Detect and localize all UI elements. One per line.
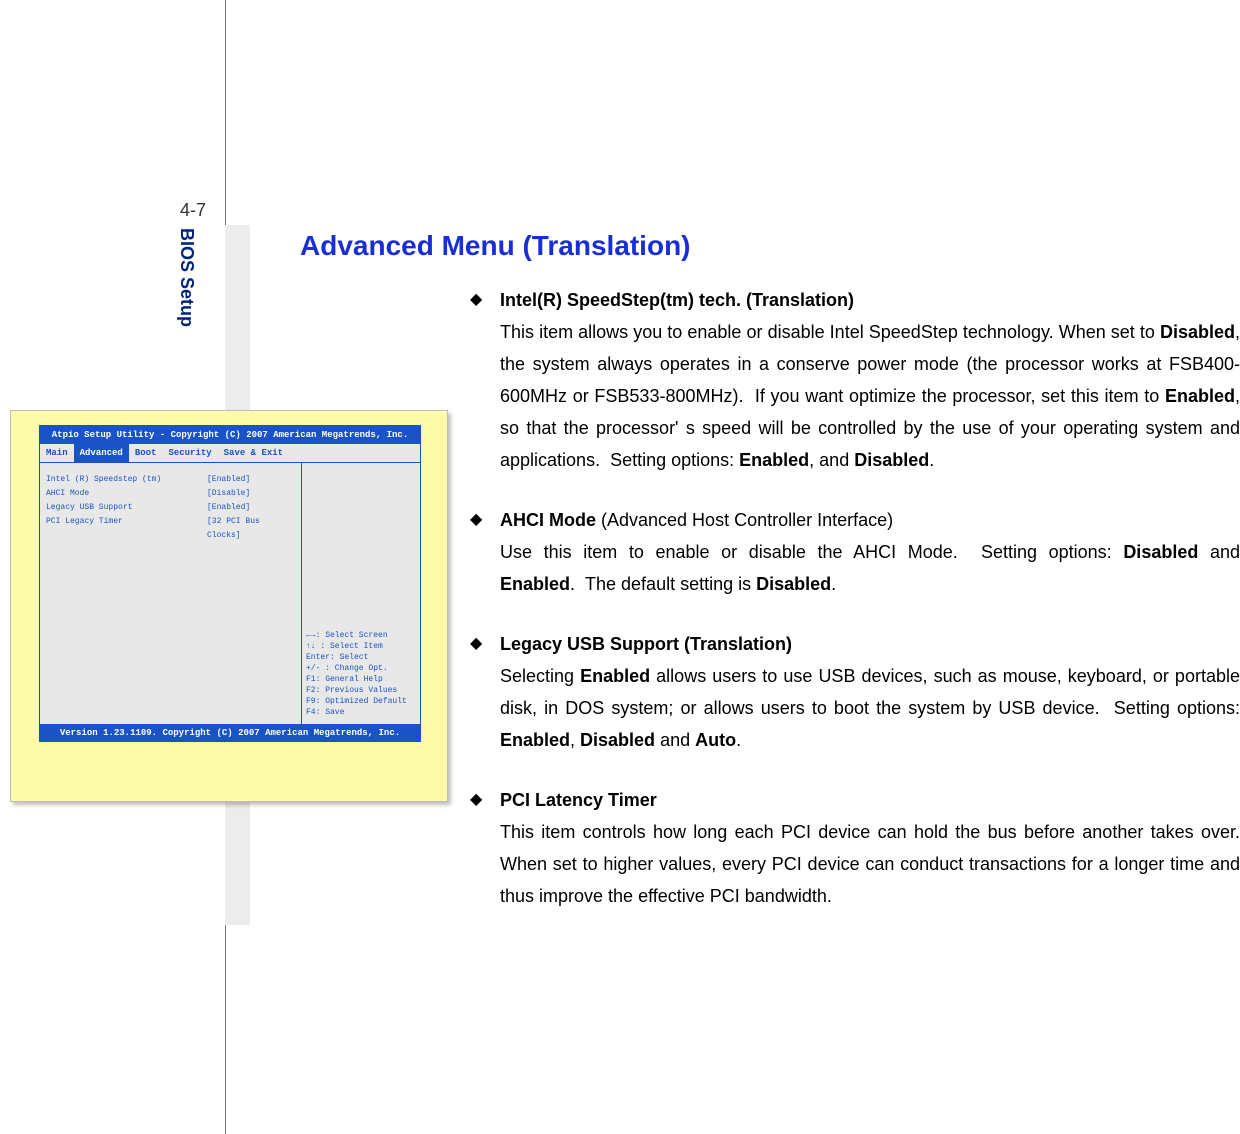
page-number: 4-7	[180, 200, 206, 221]
main-content: Advanced Menu (Translation) ◆Intel(R) Sp…	[300, 230, 1240, 940]
section-title-trailing: (Advanced Host Controller Interface)	[596, 510, 893, 530]
bios-settings-pane: Intel (R) Speedstep (tm)[Enabled]AHCI Mo…	[40, 463, 302, 724]
section-title: PCI Latency Timer	[500, 790, 657, 810]
bios-tab-main[interactable]: Main	[40, 444, 74, 462]
bios-setting-value: [Enabled]	[207, 473, 297, 487]
bios-setting-row[interactable]: Legacy USB Support[Enabled]	[46, 501, 297, 515]
bios-setting-label: Legacy USB Support	[46, 501, 207, 515]
bios-setting-label: PCI Legacy Timer	[46, 515, 207, 543]
bios-setting-label: AHCI Mode	[46, 487, 207, 501]
section-title: Intel(R) SpeedStep(tm) tech. (Translatio…	[500, 290, 854, 310]
section-body: Selecting Enabled allows users to use US…	[500, 666, 1240, 750]
bios-tab-save-&-exit[interactable]: Save & Exit	[218, 444, 289, 462]
section-item: ◆AHCI Mode (Advanced Host Controller Int…	[500, 504, 1240, 600]
page-title: Advanced Menu (Translation)	[300, 230, 1240, 262]
section-item: ◆Legacy USB Support (Translation)Selecti…	[500, 628, 1240, 756]
bullet-icon: ◆	[470, 504, 482, 536]
section-item: ◆PCI Latency TimerThis item controls how…	[500, 784, 1240, 912]
bios-setting-row[interactable]: PCI Legacy Timer[32 PCI Bus Clocks]	[46, 515, 297, 543]
bios-setting-value: [Enabled]	[207, 501, 297, 515]
section-body: Use this item to enable or disable the A…	[500, 542, 1240, 594]
bios-tab-boot[interactable]: Boot	[129, 444, 163, 462]
bios-tab-advanced[interactable]: Advanced	[74, 444, 129, 462]
section-title: Legacy USB Support (Translation)	[500, 634, 792, 654]
page: 4-7 BIOS Setup Atpio Setup Utility - Cop…	[0, 0, 1240, 1134]
bullet-icon: ◆	[470, 784, 482, 816]
bullet-icon: ◆	[470, 628, 482, 660]
bios-setting-label: Intel (R) Speedstep (tm)	[46, 473, 207, 487]
bios-setting-row[interactable]: AHCI Mode[Disable]	[46, 487, 297, 501]
bios-setting-value: [32 PCI Bus Clocks]	[207, 515, 297, 543]
section-title: AHCI Mode	[500, 510, 596, 530]
section-side-label: BIOS Setup	[176, 228, 197, 327]
section-body: This item allows you to enable or disabl…	[500, 322, 1240, 470]
bullet-icon: ◆	[470, 284, 482, 316]
bios-setting-row[interactable]: Intel (R) Speedstep (tm)[Enabled]	[46, 473, 297, 487]
section-item: ◆Intel(R) SpeedStep(tm) tech. (Translati…	[500, 284, 1240, 476]
bios-tab-security[interactable]: Security	[162, 444, 217, 462]
section-body: This item controls how long each PCI dev…	[500, 822, 1240, 906]
bios-setting-value: [Disable]	[207, 487, 297, 501]
